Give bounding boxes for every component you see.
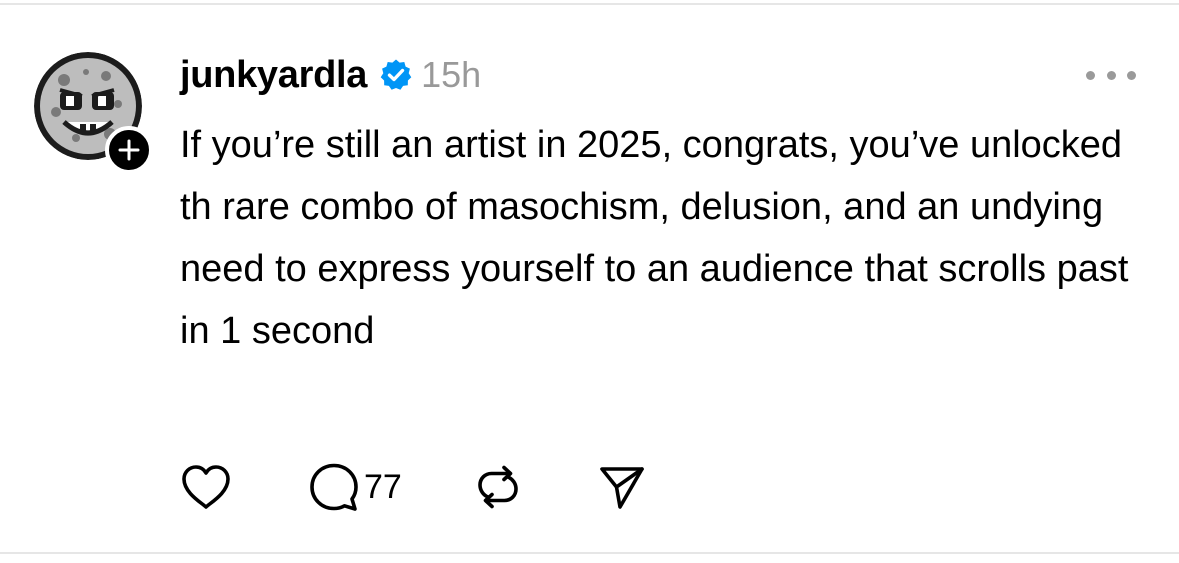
heart-icon — [182, 465, 230, 509]
author-avatar-group — [34, 52, 153, 174]
post-actions: 77 — [180, 455, 646, 519]
post-header: junkyardla 15h — [180, 48, 481, 102]
plus-icon — [118, 139, 140, 161]
share-button[interactable] — [598, 463, 646, 511]
more-horizontal-icon-dot — [1086, 70, 1095, 80]
top-divider — [0, 3, 1179, 5]
repost-icon — [478, 465, 518, 509]
follow-button[interactable] — [105, 126, 153, 174]
reply-button[interactable]: 77 — [308, 461, 402, 513]
timestamp: 15h — [421, 54, 482, 95]
more-horizontal-icon-dot — [1127, 70, 1136, 80]
comment-icon — [310, 463, 358, 511]
reply-count: 77 — [364, 467, 402, 506]
bottom-divider — [0, 552, 1179, 554]
post-text: If you’re still an artist in 2025, congr… — [180, 124, 1129, 352]
repost-button[interactable] — [474, 463, 522, 511]
like-button[interactable] — [180, 463, 232, 511]
more-horizontal-icon-dot — [1106, 70, 1116, 80]
username[interactable]: junkyardla — [180, 54, 367, 97]
send-icon — [600, 467, 644, 509]
verified-badge-icon — [379, 58, 413, 92]
more-options-button[interactable] — [1086, 64, 1136, 86]
